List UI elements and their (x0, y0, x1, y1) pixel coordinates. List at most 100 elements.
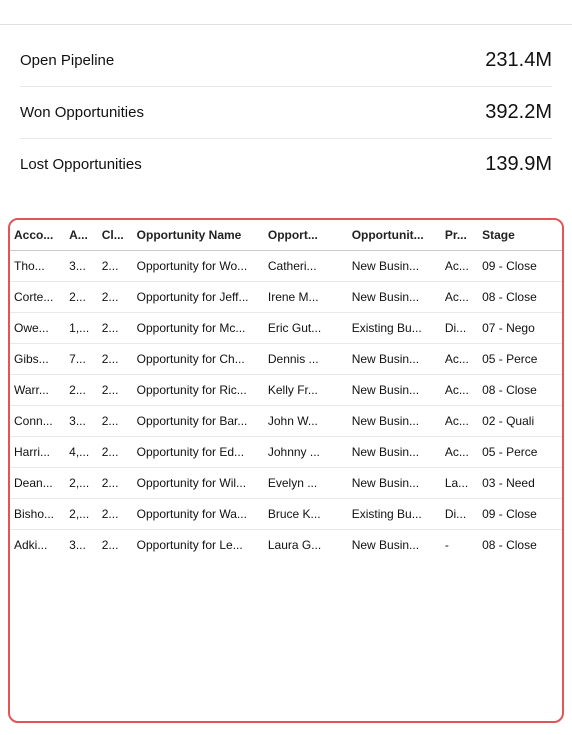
table-row[interactable]: Gibs...7...2...Opportunity for Ch...Denn… (10, 344, 562, 375)
cell-pr: Ac... (441, 375, 478, 406)
cell-cl: 2... (98, 468, 133, 499)
table-row[interactable]: Tho...3...2...Opportunity for Wo...Cathe… (10, 251, 562, 282)
cell-pr: - (441, 530, 478, 561)
cell-opport: John W... (264, 406, 348, 437)
cell-stage: 05 - Perce (478, 437, 562, 468)
cell-a: 3... (65, 251, 98, 282)
table-row[interactable]: Adki...3...2...Opportunity for Le...Laur… (10, 530, 562, 561)
cell-cl: 2... (98, 499, 133, 530)
col-header-cl: Cl... (98, 220, 133, 251)
cell-stage: 02 - Quali (478, 406, 562, 437)
cell-acco: Tho... (10, 251, 65, 282)
col-header-opportun: Opportunit... (348, 220, 441, 251)
col-header-opport: Opport... (264, 220, 348, 251)
metric-value: 392.2M (485, 101, 552, 124)
table-row[interactable]: Conn...3...2...Opportunity for Bar...Joh… (10, 406, 562, 437)
table-row[interactable]: Owe...1,...2...Opportunity for Mc...Eric… (10, 313, 562, 344)
cell-acco: Bisho... (10, 499, 65, 530)
cell-a: 1,... (65, 313, 98, 344)
cell-opport: Bruce K... (264, 499, 348, 530)
col-header-acco: Acco... (10, 220, 65, 251)
cell-stage: 03 - Need (478, 468, 562, 499)
cell-stage: 08 - Close (478, 282, 562, 313)
cell-pr: Ac... (441, 437, 478, 468)
cell-acco: Owe... (10, 313, 65, 344)
cell-opport: Johnny ... (264, 437, 348, 468)
col-header-oppname: Opportunity Name (133, 220, 264, 251)
cell-cl: 2... (98, 282, 133, 313)
cell-stage: 09 - Close (478, 499, 562, 530)
metric-label: Open Pipeline (20, 52, 114, 69)
table-header-row: Acco...A...Cl...Opportunity NameOpport..… (10, 220, 562, 251)
app-container: Open Pipeline231.4M Won Opportunities 392.… (0, 0, 572, 735)
cell-acco: Warr... (10, 375, 65, 406)
cell-opport: Laura G... (264, 530, 348, 561)
cell-a: 2... (65, 375, 98, 406)
cell-pr: Ac... (441, 344, 478, 375)
cell-oppname: Opportunity for Wa... (133, 499, 264, 530)
cell-pr: Ac... (441, 406, 478, 437)
cell-acco: Adki... (10, 530, 65, 561)
metric-value: 139.9M (485, 153, 552, 176)
cell-oppname: Opportunity for Ed... (133, 437, 264, 468)
cell-acco: Conn... (10, 406, 65, 437)
metric-row: Open Pipeline231.4M (20, 35, 552, 87)
cell-pr: Ac... (441, 282, 478, 313)
cell-opportun: New Busin... (348, 468, 441, 499)
metrics-section: Open Pipeline231.4M Won Opportunities 392.… (0, 25, 572, 200)
metric-row: Won Opportunities 392.2M (20, 87, 552, 139)
cell-pr: Di... (441, 499, 478, 530)
cell-stage: 08 - Close (478, 375, 562, 406)
cell-oppname: Opportunity for Wil... (133, 468, 264, 499)
col-header-pr: Pr... (441, 220, 478, 251)
cell-stage: 05 - Perce (478, 344, 562, 375)
cell-opport: Dennis ... (264, 344, 348, 375)
cell-stage: 08 - Close (478, 530, 562, 561)
table-row[interactable]: Harri...4,...2...Opportunity for Ed...Jo… (10, 437, 562, 468)
cell-a: 3... (65, 406, 98, 437)
cell-pr: Di... (441, 313, 478, 344)
cell-a: 2... (65, 282, 98, 313)
table-wrapper: Acco...A...Cl...Opportunity NameOpport..… (8, 218, 564, 723)
cell-opport: Catheri... (264, 251, 348, 282)
cell-opport: Kelly Fr... (264, 375, 348, 406)
cell-acco: Dean... (10, 468, 65, 499)
table-row[interactable]: Corte...2...2...Opportunity for Jeff...I… (10, 282, 562, 313)
cell-opportun: Existing Bu... (348, 499, 441, 530)
cell-a: 4,... (65, 437, 98, 468)
cell-oppname: Opportunity for Bar... (133, 406, 264, 437)
opportunities-table: Acco...A...Cl...Opportunity NameOpport..… (10, 220, 562, 560)
cell-cl: 2... (98, 375, 133, 406)
metric-row: Lost Opportunities 139.9M (20, 139, 552, 190)
cell-cl: 2... (98, 530, 133, 561)
table-row[interactable]: Warr...2...2...Opportunity for Ric...Kel… (10, 375, 562, 406)
cell-oppname: Opportunity for Ch... (133, 344, 264, 375)
table-row[interactable]: Bisho...2,...2...Opportunity for Wa...Br… (10, 499, 562, 530)
cell-opportun: New Busin... (348, 282, 441, 313)
cell-a: 3... (65, 530, 98, 561)
cell-acco: Harri... (10, 437, 65, 468)
cell-acco: Corte... (10, 282, 65, 313)
cell-opportun: New Busin... (348, 406, 441, 437)
cell-stage: 09 - Close (478, 251, 562, 282)
cell-acco: Gibs... (10, 344, 65, 375)
page-title (0, 0, 572, 25)
cell-pr: La... (441, 468, 478, 499)
cell-cl: 2... (98, 344, 133, 375)
cell-cl: 2... (98, 406, 133, 437)
cell-oppname: Opportunity for Wo... (133, 251, 264, 282)
table-row[interactable]: Dean...2,...2...Opportunity for Wil...Ev… (10, 468, 562, 499)
col-header-a: A... (65, 220, 98, 251)
cell-cl: 2... (98, 313, 133, 344)
cell-opport: Eric Gut... (264, 313, 348, 344)
cell-oppname: Opportunity for Le... (133, 530, 264, 561)
cell-opport: Evelyn ... (264, 468, 348, 499)
cell-opportun: New Busin... (348, 375, 441, 406)
metric-label: Lost Opportunities (20, 156, 142, 173)
metric-label: Won Opportunities (20, 104, 144, 121)
cell-cl: 2... (98, 251, 133, 282)
cell-opport: Irene M... (264, 282, 348, 313)
cell-opportun: Existing Bu... (348, 313, 441, 344)
cell-opportun: New Busin... (348, 437, 441, 468)
cell-stage: 07 - Nego (478, 313, 562, 344)
